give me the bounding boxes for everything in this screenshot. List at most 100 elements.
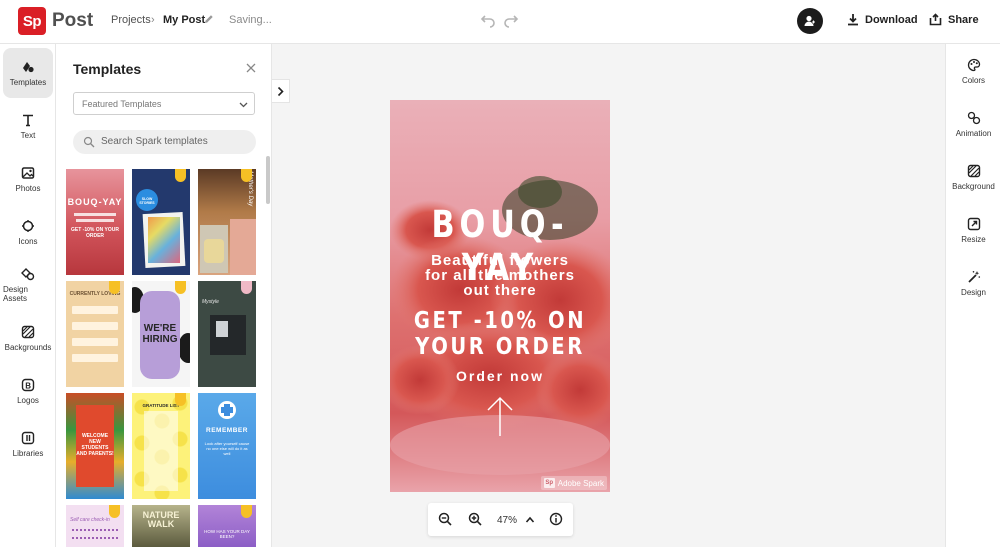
download-icon [848,14,858,26]
rail-item-colors[interactable]: Colors [946,46,1000,96]
template-tile-slow-stories[interactable]: SLOW STORIES [132,169,190,275]
user-avatar[interactable] [797,8,823,34]
close-icon[interactable] [245,62,257,74]
design-canvas-poster[interactable]: BOUQ-YAY Beautiful flowers for all the m… [390,100,610,492]
template-tile-self-care-check-in[interactable]: Self care check-in [66,505,124,547]
share-button[interactable]: Share [929,13,979,26]
template-tile-mothers-day[interactable]: Mother's Day [198,169,256,275]
tile-title: WELCOME NEW STUDENTS AND PARENTS! [76,433,114,457]
poster-subline-2[interactable]: for all the mothers [390,268,610,283]
template-tile-currently-loving[interactable]: CURRENTLY LOVING [66,281,124,387]
template-filter-select[interactable]: Featured Templates [73,92,255,115]
breadcrumb-separator: › [151,14,155,26]
svg-text:B: B [25,381,31,390]
premium-badge [109,281,120,294]
rail-label: Resize [961,234,986,244]
templates-panel: Templates Featured Templates Search Spar… [56,44,272,547]
chevron-up-icon[interactable] [525,515,535,524]
icons-icon [22,219,34,232]
download-button[interactable]: Download [847,13,918,26]
zoom-in-icon[interactable] [468,512,482,526]
share-icon [929,13,942,26]
rail-label: Background [952,181,995,191]
template-tile-remember[interactable]: REMEMBER Look after yourself cause no on… [198,393,256,499]
search-input[interactable]: Search Spark templates [73,130,256,154]
zoom-out-icon[interactable] [438,512,452,526]
tile-title: REMEMBER [206,427,248,434]
panel-scrollbar[interactable] [266,156,270,204]
poster-subline-1[interactable]: Beautiful flowers [390,253,610,268]
template-tile-gratitude-list[interactable]: GRATITUDE LIST [132,393,190,499]
chevron-down-icon [239,102,248,108]
animation-icon [967,111,980,124]
poster-offer-line-1[interactable]: GET -10% ON [407,308,594,334]
premium-badge [241,505,252,518]
project-title[interactable]: My Post [163,14,205,26]
template-tile-bouq-yay[interactable]: BOUQ-YAY GET -10% ON YOUR ORDER [66,169,124,275]
rail-item-photos[interactable]: Photos [3,154,53,204]
info-icon[interactable] [549,512,563,526]
tile-title: NATURE WALK [142,510,180,529]
app-name: Post [52,10,94,31]
design-magic-wand-icon [967,270,980,283]
watermark-text: Adobe Spark [557,478,604,488]
redo-icon[interactable] [503,12,519,28]
background-icon [967,164,980,177]
save-status: Saving... [229,14,272,26]
template-tile-how-has-your-day-been[interactable]: HOW HAS YOUR DAY BEEN? [198,505,256,547]
template-tile-we-are-hiring[interactable]: WE'RE HIRING [132,281,190,387]
undo-icon[interactable] [480,12,496,28]
templates-icon [23,61,34,72]
resize-icon [967,217,980,230]
zoom-toolbar: 47% [428,503,573,536]
adobe-spark-watermark: Sp Adobe Spark [540,476,607,490]
rail-label: Backgrounds [4,342,52,352]
premium-badge [241,169,252,182]
rail-item-design[interactable]: Design [946,258,1000,308]
rail-item-resize[interactable]: Resize [946,205,1000,255]
colors-icon [967,58,980,71]
rail-item-design-assets[interactable]: Design Assets [3,260,53,310]
rail-item-background[interactable]: Background [946,152,1000,202]
rail-item-templates[interactable]: Templates [3,48,53,98]
breadcrumb-projects[interactable]: Projects [111,14,151,26]
photos-icon [21,166,35,179]
zoom-level[interactable]: 47% [497,515,517,526]
tile-subtitle: Look after yourself cause no one else wi… [204,441,250,456]
rail-item-libraries[interactable]: Libraries [3,419,53,469]
share-label: Share [948,13,979,26]
libraries-icon [21,431,35,444]
backgrounds-icon [21,325,35,338]
filter-value: Featured Templates [82,99,162,109]
rail-label: Icons [18,236,38,246]
rail-item-backgrounds[interactable]: Backgrounds [3,313,53,363]
rail-label: Design [961,287,986,297]
poster-cta[interactable]: Order now [390,368,610,384]
poster-subline-3[interactable]: out there [390,283,610,298]
top-bar: Sp Post Projects › My Post Saving... Dow… [0,0,1000,44]
premium-badge [109,505,120,518]
rail-item-icons[interactable]: Icons [3,207,53,257]
spark-logo[interactable]: Sp [18,7,46,35]
rail-item-text[interactable]: Text [3,101,53,151]
tile-title: SLOW STORIES [136,189,158,211]
rail-label: Text [20,130,36,140]
template-tile-nature-walk[interactable]: NATURE WALK [132,505,190,547]
premium-badge [175,169,186,182]
tile-title: Mystyle [202,299,219,305]
expand-panel-button[interactable] [272,79,290,103]
text-icon [23,114,33,126]
premium-badge [241,281,252,294]
template-tile-mystyle[interactable]: Mystyle [198,281,256,387]
poster-offer-line-2[interactable]: YOUR ORDER [407,334,594,360]
tile-title: WE'RE HIRING [142,323,178,345]
arrow-up-icon[interactable] [485,396,515,438]
rail-item-animation[interactable]: Animation [946,99,1000,149]
rail-item-logos[interactable]: B Logos [3,366,53,416]
tile-subtitle: GET -10% ON YOUR ORDER [71,227,119,239]
rail-label: Animation [955,128,992,138]
rename-pencil-icon[interactable] [203,13,215,25]
logos-icon: B [21,378,35,391]
template-tile-welcome-students[interactable]: WELCOME NEW STUDENTS AND PARENTS! [66,393,124,499]
rail-label: Design Assets [3,285,28,303]
